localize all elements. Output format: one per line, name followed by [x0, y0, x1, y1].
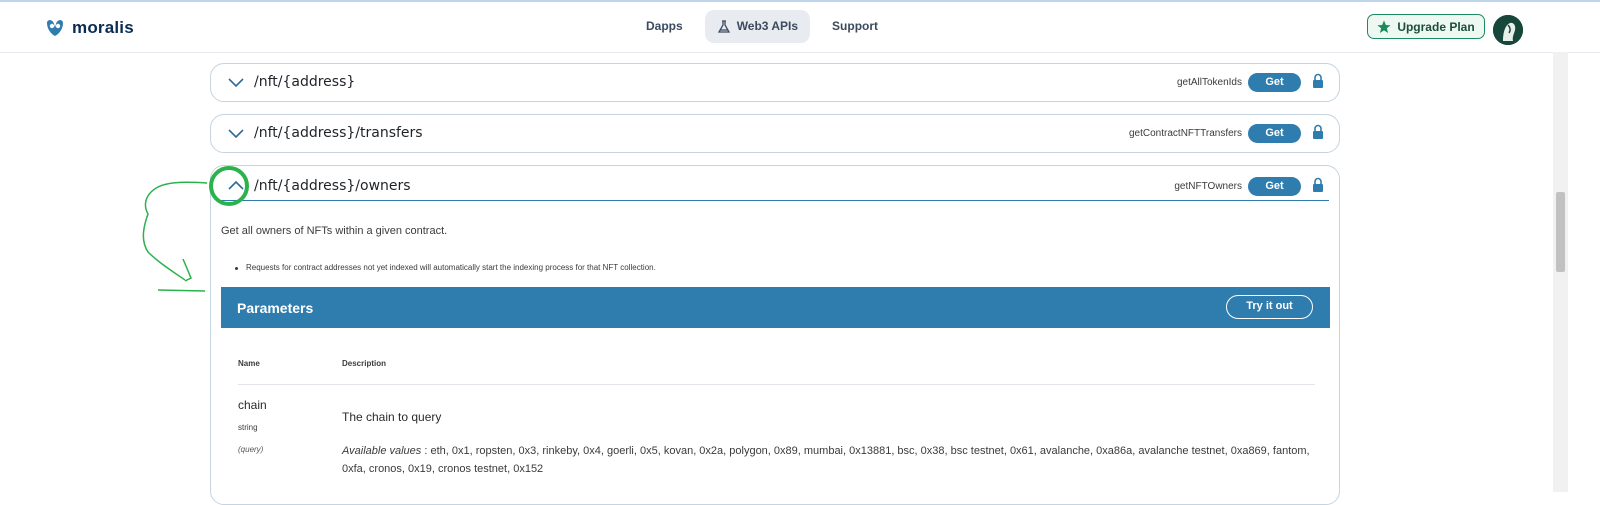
- available-values-label: Available values: [342, 445, 422, 457]
- try-it-out-button[interactable]: Try it out: [1226, 295, 1313, 319]
- endpoint-get-contract-nft-transfers[interactable]: /nft/{address}/transfers getContractNFTT…: [210, 114, 1340, 153]
- method-badge: Get: [1248, 177, 1301, 196]
- lock-icon[interactable]: [1312, 177, 1324, 193]
- page-scrollbar-thumb[interactable]: [1556, 192, 1565, 272]
- chevron-down-icon[interactable]: [227, 75, 245, 89]
- method-badge: Get: [1248, 73, 1301, 92]
- method-badge: Get: [1248, 124, 1301, 143]
- main-nav: Dapps Web3 APIs Support: [632, 10, 892, 43]
- param-location: (query): [238, 445, 264, 454]
- header-divider: [221, 200, 1329, 201]
- table-divider: [238, 384, 1315, 385]
- chevron-up-icon[interactable]: [227, 179, 245, 193]
- upgrade-plan-label: Upgrade Plan: [1397, 19, 1475, 34]
- nav-support[interactable]: Support: [818, 10, 892, 43]
- param-type: string: [238, 423, 258, 432]
- column-header-name: Name: [238, 359, 260, 368]
- avatar-image: [1493, 15, 1523, 45]
- endpoint-operation-id: getContractNFTTransfers: [1129, 128, 1242, 139]
- chevron-down-icon[interactable]: [227, 126, 245, 140]
- moralis-logo-icon: [47, 20, 63, 36]
- annotation-arrowhead: [157, 258, 206, 292]
- column-header-description: Description: [342, 359, 387, 368]
- endpoint-get-nft-owners: /nft/{address}/owners getNFTOwners Get G…: [210, 165, 1340, 505]
- parameters-header: Parameters Try it out: [221, 287, 1330, 328]
- endpoint-path[interactable]: /nft/{address}/owners: [254, 178, 411, 194]
- endpoint-path: /nft/{address}: [254, 74, 356, 90]
- upgrade-plan-button[interactable]: Upgrade Plan: [1367, 14, 1485, 39]
- star-icon: [1377, 20, 1391, 33]
- bullet-dot: [235, 267, 238, 270]
- lock-icon[interactable]: [1312, 124, 1324, 140]
- nav-dapps[interactable]: Dapps: [632, 10, 697, 43]
- endpoint-description: Get all owners of NFTs within a given co…: [221, 225, 448, 237]
- annotation-arrow: [142, 181, 208, 281]
- endpoint-note: Requests for contract addresses not yet …: [235, 263, 656, 272]
- flask-icon: [717, 19, 730, 33]
- nav-web3-apis[interactable]: Web3 APIs: [704, 10, 811, 43]
- lock-icon[interactable]: [1312, 73, 1324, 89]
- logo-text: moralis: [72, 18, 134, 37]
- user-avatar[interactable]: [1493, 15, 1523, 45]
- endpoint-operation-id: getAllTokenIds: [1176, 77, 1242, 88]
- endpoint-note-text: Requests for contract addresses not yet …: [246, 263, 656, 272]
- moralis-logo[interactable]: moralis: [44, 17, 134, 39]
- param-description: The chain to query: [342, 410, 442, 424]
- page-scrollbar[interactable]: [1553, 52, 1568, 492]
- param-available-values: Available values : eth, 0x1, ropsten, 0x…: [342, 442, 1312, 478]
- endpoint-get-all-token-ids[interactable]: /nft/{address} getAllTokenIds Get: [210, 63, 1340, 102]
- endpoint-path: /nft/{address}/transfers: [254, 125, 423, 141]
- param-name: chain: [238, 398, 267, 412]
- endpoint-operation-id: getNFTOwners: [1174, 181, 1242, 192]
- nav-web3-apis-label: Web3 APIs: [736, 19, 799, 33]
- available-values-list: : eth, 0x1, ropsten, 0x3, rinkeby, 0x4, …: [342, 445, 1310, 475]
- top-navbar: moralis Dapps Web3 APIs Support Upgrade …: [0, 2, 1600, 53]
- parameters-title: Parameters: [237, 300, 314, 316]
